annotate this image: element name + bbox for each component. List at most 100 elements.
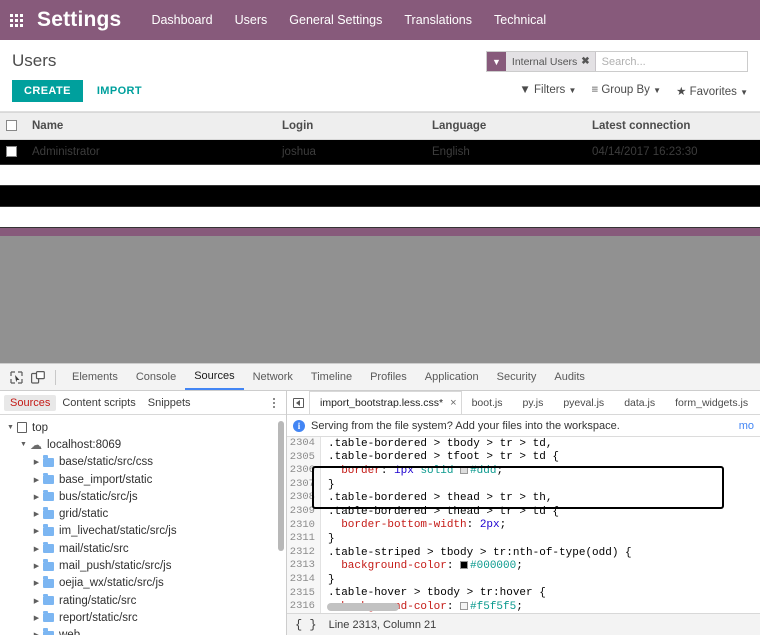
table-row[interactable]: Administrator joshua English 04/14/2017 … bbox=[0, 139, 760, 165]
nav-tab-content-scripts[interactable]: Content scripts bbox=[56, 395, 141, 411]
color-swatch-icon[interactable] bbox=[460, 601, 469, 610]
close-icon[interactable]: ✖ bbox=[581, 56, 594, 67]
more-options-icon[interactable] bbox=[266, 397, 282, 408]
code-text[interactable]: .table-bordered > thead > tr > th, bbox=[321, 492, 552, 504]
menu-item-translations[interactable]: Translations bbox=[404, 13, 472, 27]
chevron-right-icon[interactable]: ▶ bbox=[30, 631, 43, 635]
tab-application[interactable]: Application bbox=[416, 364, 488, 390]
code-text[interactable]: .table-hover > tbody > tr:hover { bbox=[321, 587, 546, 599]
tab-audits[interactable]: Audits bbox=[545, 364, 594, 390]
import-button[interactable]: IMPORT bbox=[97, 85, 142, 97]
line-number[interactable]: 2304 bbox=[287, 437, 321, 451]
chevron-right-icon[interactable]: ▶ bbox=[30, 545, 43, 553]
code-text[interactable]: .table-bordered > thead > tr > td { bbox=[321, 506, 559, 518]
show-navigator-icon[interactable] bbox=[287, 397, 309, 408]
chevron-right-icon[interactable]: ▶ bbox=[30, 458, 43, 466]
device-toolbar-icon[interactable] bbox=[27, 367, 48, 388]
tab-profiles[interactable]: Profiles bbox=[361, 364, 416, 390]
editor-tab[interactable]: form_widgets.js bbox=[665, 391, 758, 414]
line-number[interactable]: 2306 bbox=[287, 464, 321, 478]
column-header-name[interactable]: Name bbox=[26, 112, 276, 140]
code-text[interactable]: } bbox=[321, 533, 335, 545]
editor-tab[interactable]: py.js bbox=[513, 391, 554, 414]
code-editor[interactable]: 2304 .table-bordered > tbody > tr > td, 23… bbox=[287, 437, 760, 613]
line-number[interactable]: 2307 bbox=[287, 477, 321, 492]
chevron-right-icon[interactable]: ▶ bbox=[30, 614, 43, 622]
tab-network[interactable]: Network bbox=[244, 364, 302, 390]
code-text[interactable]: .table-bordered > tbody > tr > td, bbox=[321, 438, 552, 450]
line-number[interactable]: 2315 bbox=[287, 586, 321, 601]
line-number[interactable]: 2314 bbox=[287, 572, 321, 587]
code-text[interactable]: border-bottom-width: 2px; bbox=[321, 519, 506, 531]
row-checkbox[interactable] bbox=[6, 146, 17, 158]
editor-tab[interactable]: import_bootstrap.less.css* × bbox=[309, 391, 462, 414]
line-number[interactable]: 2316 bbox=[287, 600, 321, 613]
code-text[interactable]: .table-striped > tbody > tr:nth-of-type(… bbox=[321, 547, 632, 559]
tab-security[interactable]: Security bbox=[488, 364, 546, 390]
file-tree-item[interactable]: ▶ mail/static/src bbox=[0, 540, 286, 557]
tab-console[interactable]: Console bbox=[127, 364, 185, 390]
menu-item-technical[interactable]: Technical bbox=[494, 13, 546, 27]
column-header-latest-connection[interactable]: Latest connection bbox=[586, 112, 760, 140]
create-button[interactable]: CREATE bbox=[12, 80, 83, 102]
code-text[interactable]: background-color: #000000; bbox=[321, 560, 523, 572]
code-text[interactable]: border: 1px solid #ddd; bbox=[321, 465, 503, 477]
chevron-right-icon[interactable]: ▶ bbox=[30, 597, 43, 605]
menu-item-general-settings[interactable]: General Settings bbox=[289, 13, 382, 27]
more-link[interactable]: mo bbox=[739, 420, 754, 432]
line-number[interactable]: 2311 bbox=[287, 532, 321, 546]
file-tree-item[interactable]: ▶ base_import/static bbox=[0, 471, 286, 488]
tab-timeline[interactable]: Timeline bbox=[302, 364, 361, 390]
code-text[interactable]: .table-bordered > tfoot > tr > td { bbox=[321, 451, 559, 463]
line-number[interactable]: 2310 bbox=[287, 518, 321, 533]
select-all-checkbox[interactable] bbox=[6, 120, 17, 132]
code-text[interactable]: } bbox=[321, 479, 335, 491]
editor-tab[interactable]: data.js bbox=[614, 391, 665, 414]
nav-tab-sources[interactable]: Sources bbox=[4, 394, 57, 411]
file-tree-item[interactable]: ▶ web bbox=[0, 627, 286, 635]
menu-item-dashboard[interactable]: Dashboard bbox=[151, 13, 212, 27]
file-tree-item[interactable]: ▶ oejia_wx/static/src/js bbox=[0, 575, 286, 592]
file-tree-item[interactable]: ▶ rating/static/src bbox=[0, 592, 286, 609]
favorites-dropdown[interactable]: ★ Favorites ▼ bbox=[676, 84, 748, 98]
file-tree-item[interactable]: ▶ im_livechat/static/src/js bbox=[0, 523, 286, 540]
chevron-right-icon[interactable]: ▶ bbox=[30, 579, 43, 587]
close-icon[interactable]: × bbox=[450, 397, 456, 409]
groupby-dropdown[interactable]: ≡ Group By ▼ bbox=[591, 84, 661, 98]
line-number[interactable]: 2312 bbox=[287, 545, 321, 560]
color-swatch-icon[interactable] bbox=[460, 561, 469, 570]
line-number[interactable]: 2305 bbox=[287, 450, 321, 465]
editor-tab[interactable]: boot.js bbox=[462, 391, 513, 414]
column-header-language[interactable]: Language bbox=[426, 112, 586, 140]
line-number[interactable]: 2313 bbox=[287, 559, 321, 573]
nav-tab-snippets[interactable]: Snippets bbox=[142, 395, 197, 411]
tab-sources[interactable]: Sources bbox=[185, 364, 244, 390]
editor-tab[interactable]: pyeval.js bbox=[553, 391, 614, 414]
code-text[interactable]: } bbox=[321, 574, 335, 586]
color-swatch-icon[interactable] bbox=[460, 465, 469, 474]
line-number[interactable]: 2309 bbox=[287, 504, 321, 519]
file-tree-scrollbar[interactable] bbox=[278, 421, 284, 551]
editor-horizontal-scrollbar[interactable] bbox=[327, 603, 399, 611]
file-tree-item[interactable]: ▼ ☁ localhost:8069 bbox=[0, 436, 286, 453]
app-brand-title[interactable]: Settings bbox=[37, 8, 121, 32]
line-number[interactable]: 2308 bbox=[287, 491, 321, 505]
search-input[interactable]: Search... bbox=[596, 52, 747, 71]
file-tree-item[interactable]: ▶ bus/static/src/js bbox=[0, 488, 286, 505]
chevron-right-icon[interactable]: ▶ bbox=[30, 493, 43, 501]
chevron-right-icon[interactable]: ▶ bbox=[30, 527, 43, 535]
file-tree-item[interactable]: ▼ top bbox=[0, 419, 286, 436]
file-tree-item[interactable]: ▶ base/static/src/css bbox=[0, 454, 286, 471]
filters-dropdown[interactable]: ▼ Filters ▼ bbox=[519, 84, 576, 98]
file-tree-item[interactable]: ▶ mail_push/static/src/js bbox=[0, 557, 286, 574]
column-header-login[interactable]: Login bbox=[276, 112, 426, 140]
menu-item-users[interactable]: Users bbox=[235, 13, 268, 27]
chevron-right-icon[interactable]: ▶ bbox=[30, 510, 43, 518]
grid-apps-icon[interactable] bbox=[10, 13, 23, 27]
file-tree-item[interactable]: ▶ report/static/src bbox=[0, 609, 286, 626]
chevron-down-icon[interactable]: ▼ bbox=[4, 424, 17, 431]
inspect-element-icon[interactable] bbox=[6, 367, 27, 388]
file-tree-item[interactable]: ▶ grid/static bbox=[0, 505, 286, 522]
search-box[interactable]: ▼ Internal Users ✖ Search... bbox=[486, 51, 748, 72]
chevron-down-icon[interactable]: ▼ bbox=[17, 441, 30, 448]
